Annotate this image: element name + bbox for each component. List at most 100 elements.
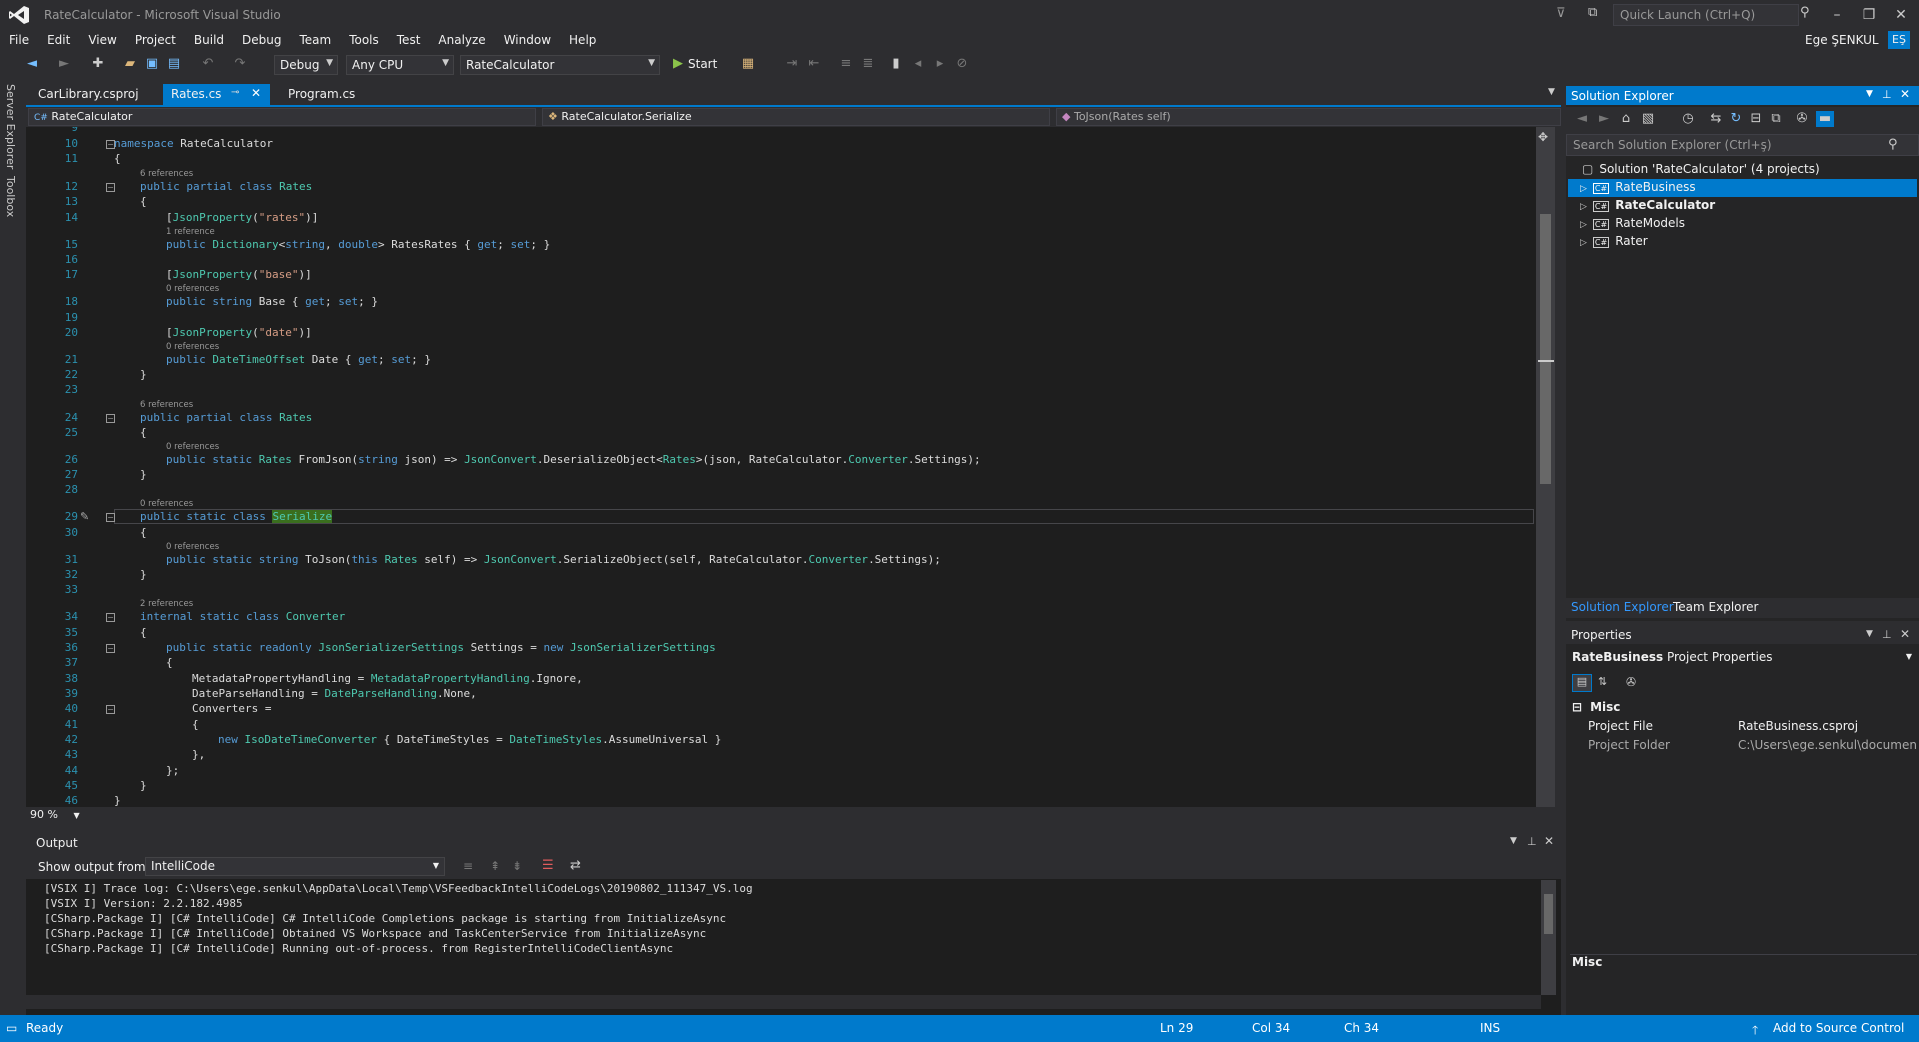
startup-project-dropdown[interactable]: RateCalculator ▼ <box>460 55 660 75</box>
feedback-icon[interactable]: ⧉ <box>1588 5 1597 20</box>
output-vertical-scrollbar[interactable] <box>1541 880 1556 995</box>
toolbox-tab[interactable]: Toolbox <box>4 176 17 217</box>
forward-icon[interactable]: ► <box>1596 111 1612 127</box>
categorized-icon[interactable]: ▤ <box>1572 674 1592 692</box>
menu-view[interactable]: View <box>79 30 125 52</box>
server-explorer-tab[interactable]: Server Explorer <box>4 84 17 169</box>
solution-node[interactable]: ▢ Solution 'RateCalculator' (4 projects) <box>1582 161 1912 179</box>
menu-team[interactable]: Team <box>290 30 340 52</box>
property-category[interactable]: ⊟ Misc <box>1572 700 1620 714</box>
back-icon[interactable]: ◄ <box>24 56 40 72</box>
fold-toggle-icon[interactable]: − <box>106 705 115 714</box>
uncomment-icon[interactable]: ≣ <box>860 56 876 72</box>
menu-window[interactable]: Window <box>495 30 560 52</box>
project-nav-dropdown[interactable]: C# RateCalculator <box>28 108 536 126</box>
menu-debug[interactable]: Debug <box>233 30 290 52</box>
minimize-button[interactable]: – <box>1822 4 1852 26</box>
menu-help[interactable]: Help <box>560 30 605 52</box>
output-source-dropdown[interactable]: IntelliCode ▼ <box>145 857 445 876</box>
switch-views-icon[interactable]: ▧ <box>1640 111 1656 127</box>
tab-carlibrary-csproj[interactable]: CarLibrary.csproj <box>30 84 147 105</box>
codelens-references[interactable]: 6 references <box>140 169 193 179</box>
fold-toggle-icon[interactable]: − <box>106 613 115 622</box>
find-in-files-icon[interactable]: ▦ <box>740 56 756 72</box>
menu-tools[interactable]: Tools <box>340 30 388 52</box>
project-node-rater[interactable]: ▷ C# Rater <box>1568 233 1917 251</box>
tab-overflow-icon[interactable]: ▼ <box>1548 87 1555 97</box>
toggle-word-wrap-icon[interactable]: ⇄ <box>570 858 581 873</box>
show-all-files-icon[interactable]: ⧉ <box>1768 111 1784 127</box>
property-value[interactable]: C:\Users\ege.senkul\documents\ <box>1738 738 1916 752</box>
save-all-icon[interactable]: ▤ <box>166 56 182 72</box>
sync-icon[interactable]: ⇆ <box>1708 111 1724 127</box>
open-file-icon[interactable]: ▰ <box>122 56 138 72</box>
pin-icon[interactable]: ⊥ <box>1527 835 1537 848</box>
codelens-references[interactable]: 0 references <box>140 499 193 509</box>
bookmark-icon[interactable]: ▮ <box>888 56 904 72</box>
scrollbar-thumb[interactable] <box>1540 214 1551 484</box>
redo-icon[interactable]: ↷ <box>232 56 248 72</box>
properties-wrench-icon[interactable]: ✇ <box>1794 111 1810 127</box>
next-bookmark-icon[interactable]: ▸ <box>932 56 948 72</box>
clear-all-icon[interactable]: ☰ <box>542 858 554 873</box>
fold-toggle-icon[interactable]: − <box>106 183 115 192</box>
start-play-icon[interactable]: ▶ <box>670 56 686 72</box>
properties-object-dropdown[interactable]: RateBusiness Project Properties ▼ <box>1572 650 1912 668</box>
split-editor-icon[interactable]: ✥ <box>1538 130 1548 144</box>
undo-icon[interactable]: ↶ <box>200 56 216 72</box>
project-node-ratemodels[interactable]: ▷ C# RateModels <box>1568 215 1917 233</box>
solution-configuration-dropdown[interactable]: Debug ▼ <box>274 55 338 75</box>
search-icon[interactable]: ⚲ <box>1800 5 1810 20</box>
next-message-icon[interactable]: ⇟ <box>512 859 522 873</box>
panel-menu-icon[interactable]: ▼ <box>1866 629 1873 639</box>
new-project-icon[interactable]: ✚ <box>90 56 106 72</box>
pending-changes-icon[interactable]: ◷ <box>1680 111 1696 127</box>
codelens-references[interactable]: 1 reference <box>166 227 215 237</box>
close-panel-icon[interactable]: ✕ <box>1900 627 1910 641</box>
solution-explorer-search-input[interactable]: Search Solution Explorer (Ctrl+ş) <box>1566 134 1919 156</box>
editor-horizontal-scrollbar[interactable] <box>26 807 1556 824</box>
search-icon[interactable]: ⚲ <box>1888 137 1898 152</box>
filter-icon[interactable]: ⊽ <box>1556 6 1566 21</box>
forward-icon[interactable]: ► <box>56 56 72 72</box>
quick-launch-input[interactable]: Quick Launch (Ctrl+Q) <box>1613 4 1799 26</box>
close-panel-icon[interactable]: ✕ <box>1900 87 1910 101</box>
prev-message-icon[interactable]: ⇞ <box>490 859 500 873</box>
panel-menu-icon[interactable]: ▼ <box>1866 89 1873 99</box>
back-icon[interactable]: ◄ <box>1574 111 1590 127</box>
user-avatar[interactable]: EŞ <box>1888 31 1910 49</box>
pin-icon[interactable]: ⊥ <box>1882 88 1892 101</box>
output-horizontal-scrollbar[interactable] <box>26 995 1541 1009</box>
code-editor[interactable]: 9 10 11 12 13 14 15 16 17 18 19 20 21 22… <box>26 127 1536 807</box>
find-message-icon[interactable]: ≡ <box>463 859 473 873</box>
fold-toggle-icon[interactable]: − <box>106 644 115 653</box>
property-pages-icon[interactable]: ✇ <box>1626 675 1636 689</box>
tab-solution-explorer[interactable]: Solution Explorer <box>1571 600 1674 614</box>
preview-selected-icon[interactable]: ▬ <box>1816 111 1834 127</box>
collapse-all-icon[interactable]: ⊟ <box>1748 111 1764 127</box>
save-icon[interactable]: ▣ <box>144 56 160 72</box>
codelens-references[interactable]: 0 references <box>166 284 219 294</box>
zoom-dropdown[interactable]: 90 % ▼ <box>30 808 92 824</box>
fold-toggle-icon[interactable]: − <box>106 414 115 423</box>
solution-platform-dropdown[interactable]: Any CPU ▼ <box>346 55 454 75</box>
type-nav-dropdown[interactable]: ❖ RateCalculator.Serialize <box>542 108 1050 126</box>
restore-button[interactable]: ❐ <box>1854 4 1884 26</box>
panel-menu-icon[interactable]: ▼ <box>1510 836 1517 846</box>
comment-icon[interactable]: ≡ <box>838 56 854 72</box>
close-tab-icon[interactable]: ✕ <box>251 86 261 100</box>
clear-bookmarks-icon[interactable]: ⊘ <box>954 56 970 72</box>
menu-project[interactable]: Project <box>126 30 185 52</box>
project-node-ratebusiness[interactable]: ▷ C# RateBusiness <box>1568 179 1917 197</box>
fold-toggle-icon[interactable]: − <box>106 513 115 522</box>
scrollbar-thumb[interactable] <box>1544 894 1553 934</box>
tab-program-cs[interactable]: Program.cs <box>280 84 363 105</box>
menu-build[interactable]: Build <box>185 30 233 52</box>
user-account-name[interactable]: Ege ŞENKUL <box>1805 33 1879 47</box>
start-button[interactable]: Start <box>688 57 717 71</box>
home-icon[interactable]: ⌂ <box>1618 111 1634 127</box>
add-to-source-control-button[interactable]: Add to Source Control <box>1773 1021 1904 1035</box>
member-nav-dropdown[interactable]: ◆ ToJson(Rates self) <box>1056 108 1561 126</box>
tab-rates-cs[interactable]: Rates.cs ⊸ ✕ <box>163 84 270 105</box>
codelens-references[interactable]: 2 references <box>140 599 193 609</box>
